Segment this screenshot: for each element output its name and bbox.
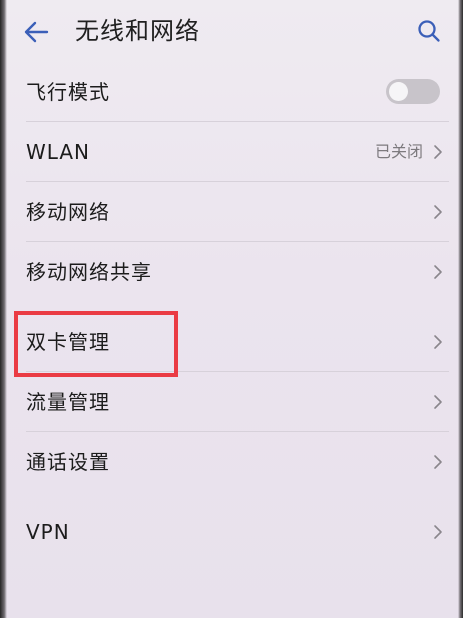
list-item-tethering[interactable]: 移动网络共享 [0,242,463,302]
chevron-right-icon [434,205,442,219]
device-edge-right [458,0,463,618]
airplane-mode-toggle[interactable] [386,79,440,104]
list-item-mobile-network[interactable]: 移动网络 [0,182,463,242]
app-bar: 无线和网络 [0,0,463,62]
list-item-wlan[interactable]: WLAN 已关闭 [0,122,463,182]
list-item-label: 飞行模式 [26,80,110,104]
list-item-label: WLAN [26,140,91,164]
page-title: 无线和网络 [75,17,200,45]
chevron-right-icon [434,265,442,279]
list-item-label: VPN [26,520,70,544]
chevron-right-icon [434,335,442,349]
list-item-call-settings[interactable]: 通话设置 [0,432,463,492]
list-item-data-usage[interactable]: 流量管理 [0,372,463,432]
list-item-label: 流量管理 [26,390,110,414]
search-button[interactable] [410,12,448,50]
list-item-airplane-mode[interactable]: 飞行模式 [0,62,463,122]
device-edge-left [0,0,7,618]
highlight-annotation [14,311,178,377]
chevron-right-icon [434,395,442,409]
chevron-right-icon [434,455,442,469]
list-item-label: 移动网络共享 [26,260,152,284]
back-button[interactable] [18,14,54,50]
list-item-vpn[interactable]: VPN [0,502,463,562]
chevron-right-icon [434,145,442,159]
toggle-knob [389,82,408,101]
wlan-status: 已关闭 [374,142,423,161]
list-item-label: 通话设置 [26,450,110,474]
search-icon [418,20,440,42]
settings-screen: 无线和网络 飞行模式 WLAN 已关闭 移动网络 移动网络共享 双卡管理 流量管… [0,0,463,618]
chevron-right-icon [434,525,442,539]
arrow-left-icon [24,21,49,43]
list-item-label: 移动网络 [26,200,110,224]
